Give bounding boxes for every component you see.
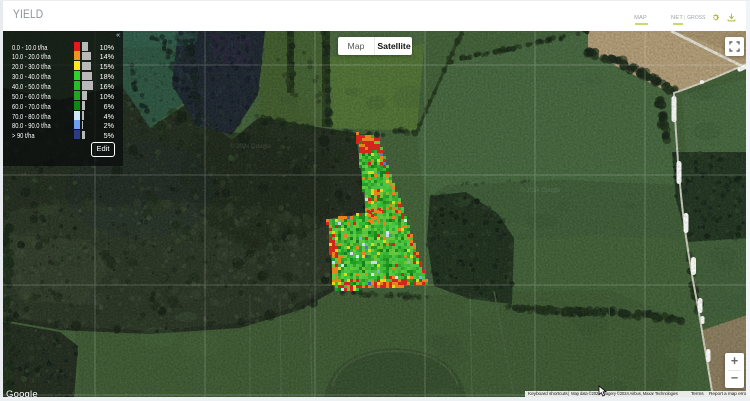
- svg-text:© 2024 Google: © 2024 Google: [230, 143, 271, 150]
- svg-text:© 2024 Google: © 2024 Google: [520, 187, 561, 194]
